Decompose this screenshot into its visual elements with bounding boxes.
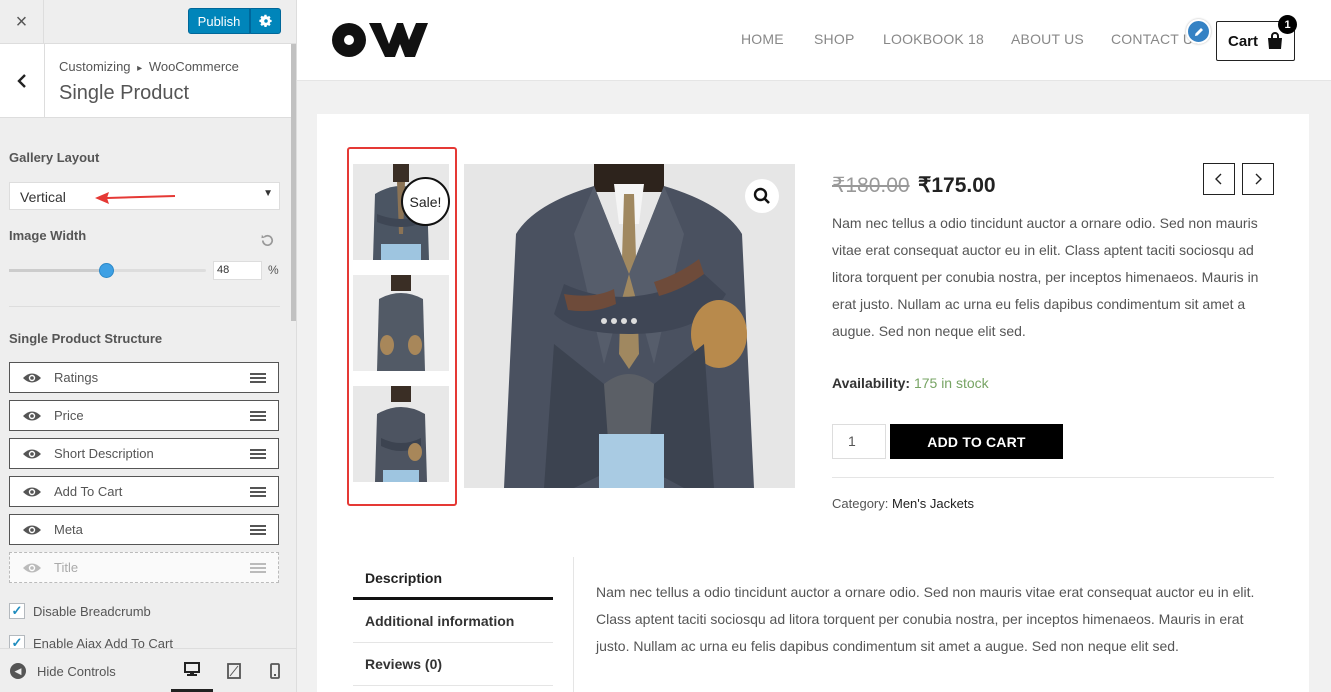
hide-controls-label: Hide Controls bbox=[37, 663, 116, 679]
product-card: Sale! ₹180.00 ₹175.00 Nam nec tellus a o… bbox=[317, 114, 1309, 692]
reset-icon[interactable] bbox=[260, 233, 275, 252]
eye-icon[interactable] bbox=[10, 561, 54, 575]
collapse-icon: ◀ bbox=[10, 663, 26, 679]
site-header: HOME SHOP LOOKBOOK 18 ABOUT US CONTACT U… bbox=[297, 0, 1331, 81]
site-preview: HOME SHOP LOOKBOOK 18 ABOUT US CONTACT U… bbox=[297, 0, 1331, 692]
eye-icon[interactable] bbox=[10, 523, 54, 537]
nav-lookbook[interactable]: LOOKBOOK 18 bbox=[883, 31, 984, 47]
tab-additional-information[interactable]: Additional information bbox=[353, 600, 553, 643]
slider-fill bbox=[9, 269, 104, 272]
breadcrumb: Customizing ▸ WooCommerce bbox=[59, 59, 239, 74]
chevron-down-icon: ▼ bbox=[263, 188, 273, 199]
customizer-sidebar: × Publish Customizing ▸ WooCommerce Sing… bbox=[0, 0, 297, 692]
structure-item[interactable]: Add To Cart bbox=[9, 476, 279, 507]
thumbnail-highlight-box bbox=[347, 147, 457, 506]
close-icon[interactable]: × bbox=[0, 0, 44, 44]
drag-handle-icon[interactable] bbox=[238, 372, 278, 384]
structure-item[interactable]: Price bbox=[9, 400, 279, 431]
gallery-layout-label: Gallery Layout bbox=[9, 150, 100, 165]
search-icon[interactable] bbox=[745, 179, 779, 213]
shopping-bag-icon bbox=[1268, 32, 1283, 49]
structure-item[interactable]: Short Description bbox=[9, 438, 279, 469]
tab-description[interactable]: Description bbox=[353, 557, 553, 600]
category-label: Category: bbox=[832, 496, 889, 511]
drag-handle-icon[interactable] bbox=[238, 486, 278, 498]
structure-item-label: Add To Cart bbox=[54, 484, 123, 499]
drag-handle-icon[interactable] bbox=[238, 562, 278, 574]
desktop-icon[interactable] bbox=[171, 649, 213, 692]
drag-handle-icon[interactable] bbox=[238, 524, 278, 536]
add-to-cart-button[interactable]: ADD TO CART bbox=[890, 424, 1063, 459]
eye-icon[interactable] bbox=[10, 485, 54, 499]
structure-item-label: Short Description bbox=[54, 446, 154, 461]
regular-price: ₹180.00 bbox=[832, 174, 910, 197]
image-width-unit: % bbox=[268, 263, 279, 277]
section-header: Customizing ▸ WooCommerce Single Product bbox=[0, 44, 291, 118]
gear-icon[interactable] bbox=[250, 8, 281, 34]
structure-item-label: Ratings bbox=[54, 370, 99, 385]
description-panel: Nam nec tellus a odio tincidunt auctor a… bbox=[596, 584, 1255, 654]
gallery-layout-value: Vertical bbox=[20, 189, 66, 205]
structure-item-label: Title bbox=[54, 560, 79, 575]
disable-breadcrumb-checkbox[interactable]: ✓ Disable Breadcrumb bbox=[9, 603, 151, 619]
chevron-right-icon[interactable] bbox=[1242, 163, 1274, 195]
chevron-left-icon[interactable] bbox=[1203, 163, 1235, 195]
stock-status: 175 in stock bbox=[913, 375, 989, 391]
eye-icon[interactable] bbox=[10, 409, 54, 423]
checkbox-label: Disable Breadcrumb bbox=[33, 603, 151, 619]
product-category: Category: Men's Jackets bbox=[832, 496, 974, 511]
divider bbox=[832, 477, 1274, 478]
image-width-label: Image Width bbox=[9, 228, 87, 243]
nav-shop[interactable]: SHOP bbox=[814, 31, 854, 47]
breadcrumb-separator: ▸ bbox=[137, 63, 143, 74]
divider bbox=[9, 306, 280, 307]
chevron-left-icon[interactable] bbox=[0, 44, 45, 117]
breadcrumb-section: WooCommerce bbox=[148, 59, 239, 74]
availability: Availability: 175 in stock bbox=[832, 375, 989, 391]
drag-handle-icon[interactable] bbox=[238, 448, 278, 460]
product-main-image[interactable] bbox=[464, 164, 795, 488]
breadcrumb-root: Customizing bbox=[59, 59, 131, 74]
section-title: Single Product bbox=[59, 82, 190, 104]
site-logo[interactable] bbox=[331, 20, 429, 60]
tab-reviews[interactable]: Reviews (0) bbox=[353, 643, 553, 686]
nav-about-us[interactable]: ABOUT US bbox=[1011, 31, 1084, 47]
mobile-icon[interactable] bbox=[254, 649, 296, 692]
image-width-slider[interactable] bbox=[9, 263, 206, 278]
publish-button[interactable]: Publish bbox=[188, 8, 250, 34]
customizer-footer: ◀ Hide Controls bbox=[0, 648, 296, 692]
pencil-icon[interactable] bbox=[1186, 19, 1211, 44]
eye-icon[interactable] bbox=[10, 447, 54, 461]
cart-label: Cart bbox=[1228, 32, 1259, 50]
cart-count-badge: 1 bbox=[1278, 15, 1297, 34]
drag-handle-icon[interactable] bbox=[238, 410, 278, 422]
checkbox-checked-icon[interactable]: ✓ bbox=[9, 603, 25, 619]
structure-item-label: Price bbox=[54, 408, 84, 423]
sale-price: ₹175.00 bbox=[918, 174, 996, 197]
tablet-icon[interactable] bbox=[213, 649, 255, 692]
product-short-description: Nam nec tellus a odio tincidunt auctor a… bbox=[832, 215, 1259, 339]
hide-controls-button[interactable]: ◀ Hide Controls bbox=[10, 663, 116, 679]
quantity-input[interactable]: 1 bbox=[832, 424, 886, 459]
tabs-divider bbox=[573, 557, 574, 692]
availability-label: Availability: bbox=[832, 375, 911, 391]
structure-item[interactable]: Title bbox=[9, 552, 279, 583]
structure-item[interactable]: Ratings bbox=[9, 362, 279, 393]
nav-home[interactable]: HOME bbox=[741, 31, 784, 47]
annotation-arrow-icon bbox=[95, 192, 176, 204]
image-width-input[interactable]: 48 bbox=[213, 261, 262, 280]
structure-label: Single Product Structure bbox=[9, 331, 163, 346]
structure-item[interactable]: Meta bbox=[9, 514, 279, 545]
eye-icon[interactable] bbox=[10, 371, 54, 385]
structure-item-label: Meta bbox=[54, 522, 83, 537]
slider-thumb[interactable] bbox=[99, 263, 115, 278]
category-link[interactable]: Men's Jackets bbox=[892, 496, 974, 511]
customizer-header: × Publish bbox=[0, 0, 296, 44]
